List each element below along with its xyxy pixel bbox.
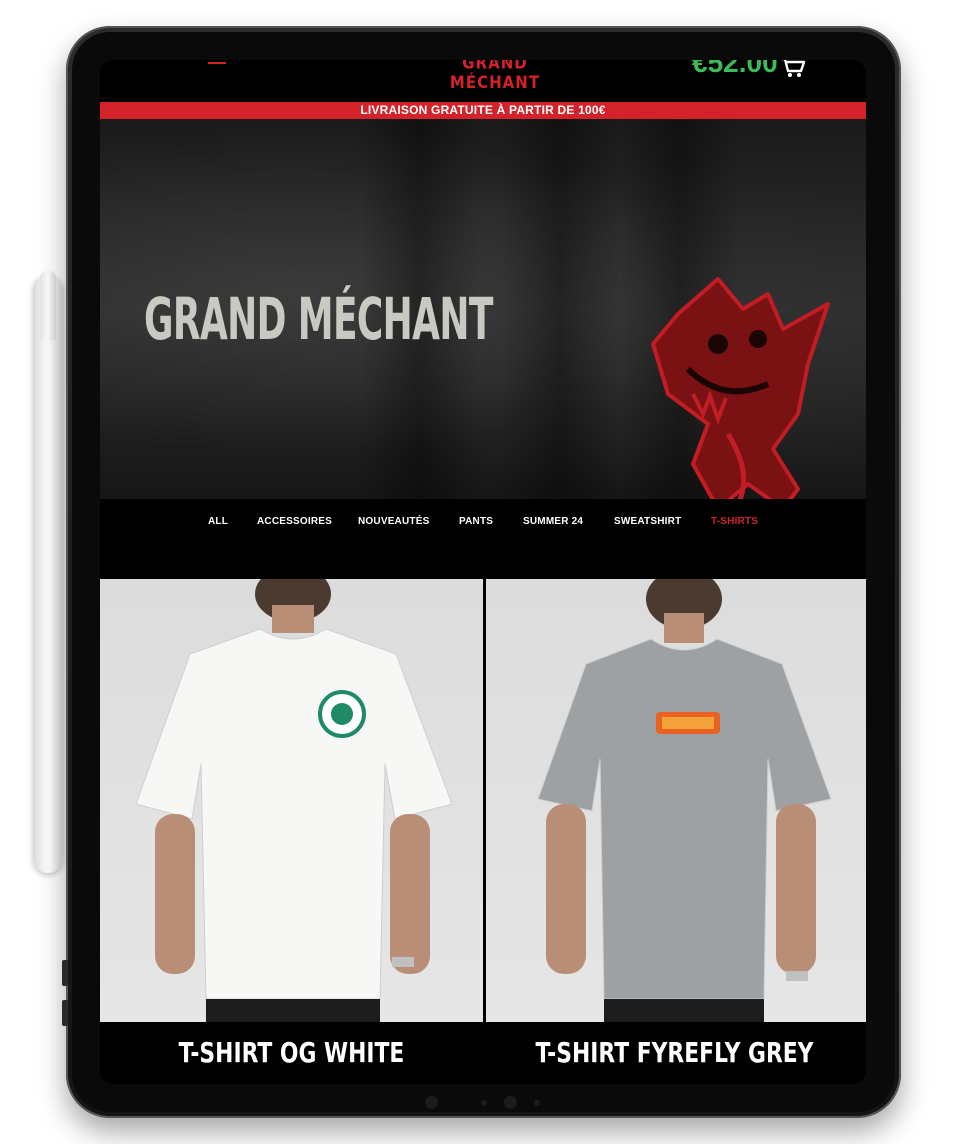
product-card[interactable]	[486, 579, 866, 1022]
cart-total[interactable]: €52.00	[692, 60, 778, 78]
brand-logo[interactable]: GRAND MÉCHANT	[425, 60, 565, 93]
category-nouveautes[interactable]: NOUVEAUTÉS	[358, 514, 429, 530]
stylus-pencil	[33, 275, 63, 873]
stylus-tip	[40, 270, 56, 340]
product-title-bar: T-SHIRT OG WHITE	[100, 1022, 483, 1084]
product-image-model[interactable]	[486, 579, 866, 1022]
product-title[interactable]: T-SHIRT OG WHITE	[142, 1038, 441, 1068]
category-accessoires[interactable]: ACCESSOIRES	[257, 514, 332, 530]
shopping-cart-icon[interactable]	[780, 60, 806, 78]
hero-brand-print: GRAND MÉCHANT	[144, 285, 493, 353]
hamburger-menu-icon[interactable]	[208, 60, 226, 70]
product-title[interactable]: T-SHIRT FYREFLY GREY	[525, 1038, 824, 1068]
product-title-bar: T-SHIRT FYREFLY GREY	[483, 1022, 866, 1084]
wolf-mascot-graphic	[651, 277, 830, 511]
site-header: GRAND MÉCHANT €52.00	[100, 60, 866, 102]
tablet-screen: GRAND MÉCHANT €52.00 LIVRAISON GRATUITE …	[100, 60, 866, 1084]
category-filter-nav: ALL ACCESSOIRES NOUVEAUTÉS PANTS SUMMER …	[100, 499, 866, 579]
category-summer-24[interactable]: SUMMER 24	[523, 514, 583, 530]
product-card[interactable]	[100, 579, 483, 1022]
device-bottom-indicators	[0, 1096, 953, 1112]
category-all[interactable]: ALL	[208, 514, 228, 530]
product-image-model[interactable]	[100, 579, 483, 1022]
promo-banner: LIVRAISON GRATUITE À PARTIR DE 100€	[100, 102, 866, 119]
volume-button	[62, 1000, 68, 1026]
volume-button	[62, 960, 68, 986]
category-t-shirts[interactable]: T-SHIRTS	[711, 514, 758, 530]
hero-banner: GRAND MÉCHANT	[100, 119, 866, 511]
category-pants[interactable]: PANTS	[459, 514, 493, 530]
category-sweatshirt[interactable]: SWEATSHIRT	[614, 514, 681, 530]
